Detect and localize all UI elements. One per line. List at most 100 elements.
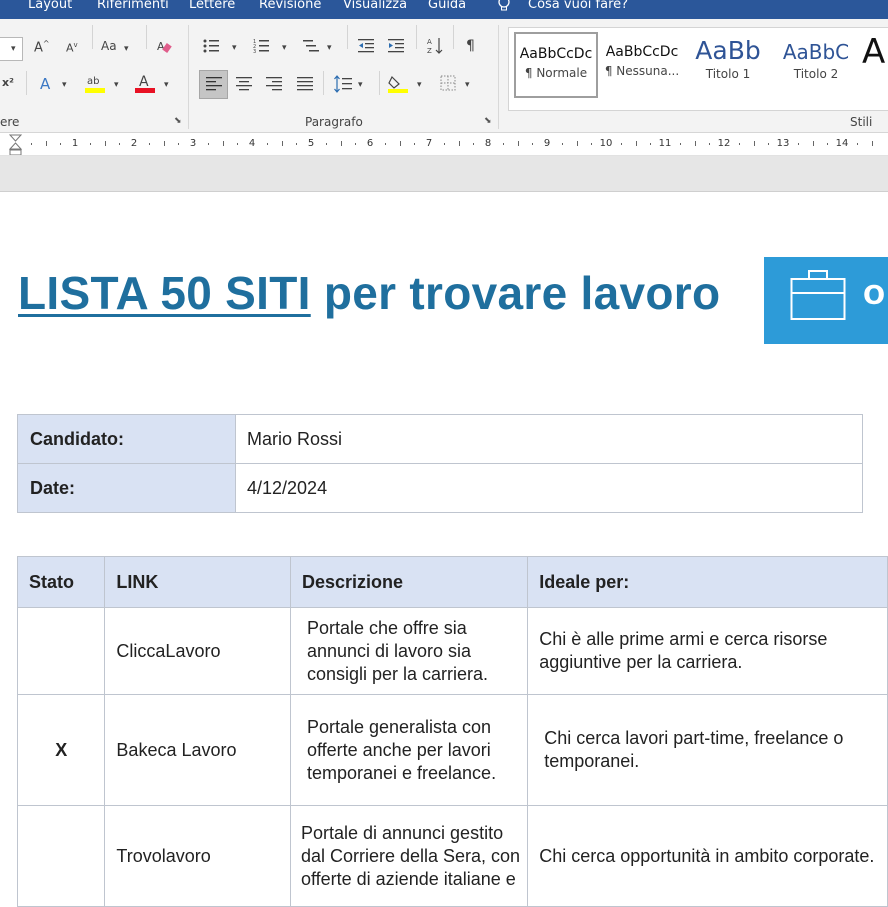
align-left-button[interactable] [199,70,228,99]
ruler-tick [296,143,297,145]
status-cell[interactable] [16,607,106,695]
table-row: Date: 4/12/2024 [17,463,863,513]
description-cell: Portale di annunci gestito dal Corriere … [289,805,529,907]
style-name: Titolo 2 [793,67,839,81]
ruler-tick [46,141,47,146]
status-cell[interactable] [16,805,106,907]
ruler-tick [267,143,268,145]
ruler-tick [695,141,696,146]
job-sites-table: Stato LINK Descrizione Ideale per: Clicc… [16,556,888,907]
ruler-tick [31,143,32,145]
column-header-link: LINK [104,556,291,608]
ruler-tick [282,141,283,146]
ruler-tick [591,143,592,145]
ruler-number: 2 [130,138,138,149]
menu-revisione[interactable]: Revisione [259,0,321,12]
ruler-number: 9 [543,138,551,149]
borders-icon[interactable] [440,75,456,94]
align-center-icon[interactable] [236,76,252,95]
ruler-tick [355,143,356,145]
ruler-tick [105,141,106,146]
link-cell[interactable]: Trovolavoro [104,805,291,907]
ruler-tick [872,141,873,146]
style-titolo[interactable]: A [862,32,888,98]
ruler-tick [414,143,415,145]
briefcase-icon [790,270,846,320]
date-value[interactable]: 4/12/2024 [235,463,863,513]
style-titolo-2[interactable]: AaBbC Titolo 2 [774,32,858,98]
indent-marker-icon[interactable] [9,133,23,155]
sort-icon[interactable]: AZ [427,37,443,58]
increase-indent-icon[interactable] [388,38,404,57]
menu-guida[interactable]: Guida [428,0,466,12]
menu-riferimenti[interactable]: Riferimenti [97,0,169,12]
ruler-tick [532,143,533,145]
ruler-tick [518,141,519,146]
title-link[interactable]: LISTA 50 SITI [18,267,311,319]
justify-icon[interactable] [297,76,313,95]
ruler-tick [768,143,769,145]
highlight-icon[interactable]: ab [85,73,105,96]
svg-text:ab: ab [87,76,99,87]
style-preview: AaBbC [782,40,850,64]
font-launcher-icon[interactable]: ⬊ [174,116,182,126]
font-color-icon[interactable]: A [135,73,155,96]
line-spacing-icon[interactable] [334,75,352,96]
styles-group-label: Stili [850,115,873,129]
horizontal-ruler[interactable]: 1 2 3 4 5 6 7 8 9 10 11 12 13 14 [0,133,888,156]
paragraph-launcher-icon[interactable]: ⬊ [484,116,492,126]
ruler-tick [459,141,460,146]
multilevel-list-icon[interactable] [303,38,319,57]
style-normal[interactable]: AaBbCcDc ¶ Normale [514,32,598,98]
ruler-tick [754,141,755,146]
ruler-number: 1 [71,138,79,149]
ruler-tick [223,141,224,146]
numbering-icon[interactable]: 123 [253,38,269,57]
style-name: ¶ Normale [524,66,588,80]
decrease-indent-icon[interactable] [358,38,374,57]
text-effects-icon[interactable]: A [40,75,50,93]
ruler-number: 7 [425,138,433,149]
ruler-tick [60,143,61,145]
table-row: Candidato: Mario Rossi [17,414,863,464]
grow-font-icon[interactable]: A^ [34,39,50,55]
bullets-icon[interactable] [203,38,219,57]
link-cell[interactable]: Bakeca Lavoro [104,694,291,806]
menu-visualizza[interactable]: Visualizza [343,0,407,12]
description-cell: Portale generalista con offerte anche pe… [289,694,529,806]
shrink-font-icon[interactable]: Av [66,41,78,55]
ruler-number: 11 [658,138,672,149]
ruler-tick [385,143,386,145]
ruler-tick [119,143,120,145]
align-right-icon[interactable] [266,76,282,95]
table-row: X Bakeca Lavoro Portale generalista con … [16,694,888,806]
candidate-value[interactable]: Mario Rossi [235,414,863,464]
style-titolo-1[interactable]: AaBb Titolo 1 [686,32,770,98]
column-header-ideale: Ideale per: [527,556,888,608]
change-case-icon[interactable]: Aa [101,39,117,53]
link-cell[interactable]: CliccaLavoro [104,607,291,695]
shading-icon[interactable] [388,73,408,96]
paragraph-group-label: Paragrafo [305,115,363,129]
ruler-tick [473,143,474,145]
font-size-box[interactable]: ▾ [0,37,23,61]
tell-me-search[interactable]: Cosa vuoi fare? [528,0,628,12]
clear-format-icon[interactable]: A [156,38,172,57]
table-header-row: Stato LINK Descrizione Ideale per: [16,556,888,608]
title-text: per trovare lavoro [310,267,721,319]
superscript-icon[interactable]: x² [2,76,14,89]
table-row: CliccaLavoro Portale che offre sia annun… [16,607,888,695]
show-formatting-icon[interactable]: ¶ [466,38,475,54]
lightbulb-icon [497,0,511,16]
ruler-tick [709,143,710,145]
ruler-tick [237,143,238,145]
description-cell: Portale che offre sia annunci di lavoro … [289,607,529,695]
ideal-for-cell: Chi cerca lavori part-time, freelance o … [527,694,888,806]
style-nessuna-spaziatura[interactable]: AaBbCcDc ¶ Nessuna... [600,32,684,98]
status-cell[interactable]: X [16,694,106,806]
ruler-tick [444,143,445,145]
menu-layout[interactable]: Layout [28,0,72,12]
menu-lettere[interactable]: Lettere [189,0,235,12]
page-gutter [0,156,888,192]
ruler-number: 13 [776,138,790,149]
